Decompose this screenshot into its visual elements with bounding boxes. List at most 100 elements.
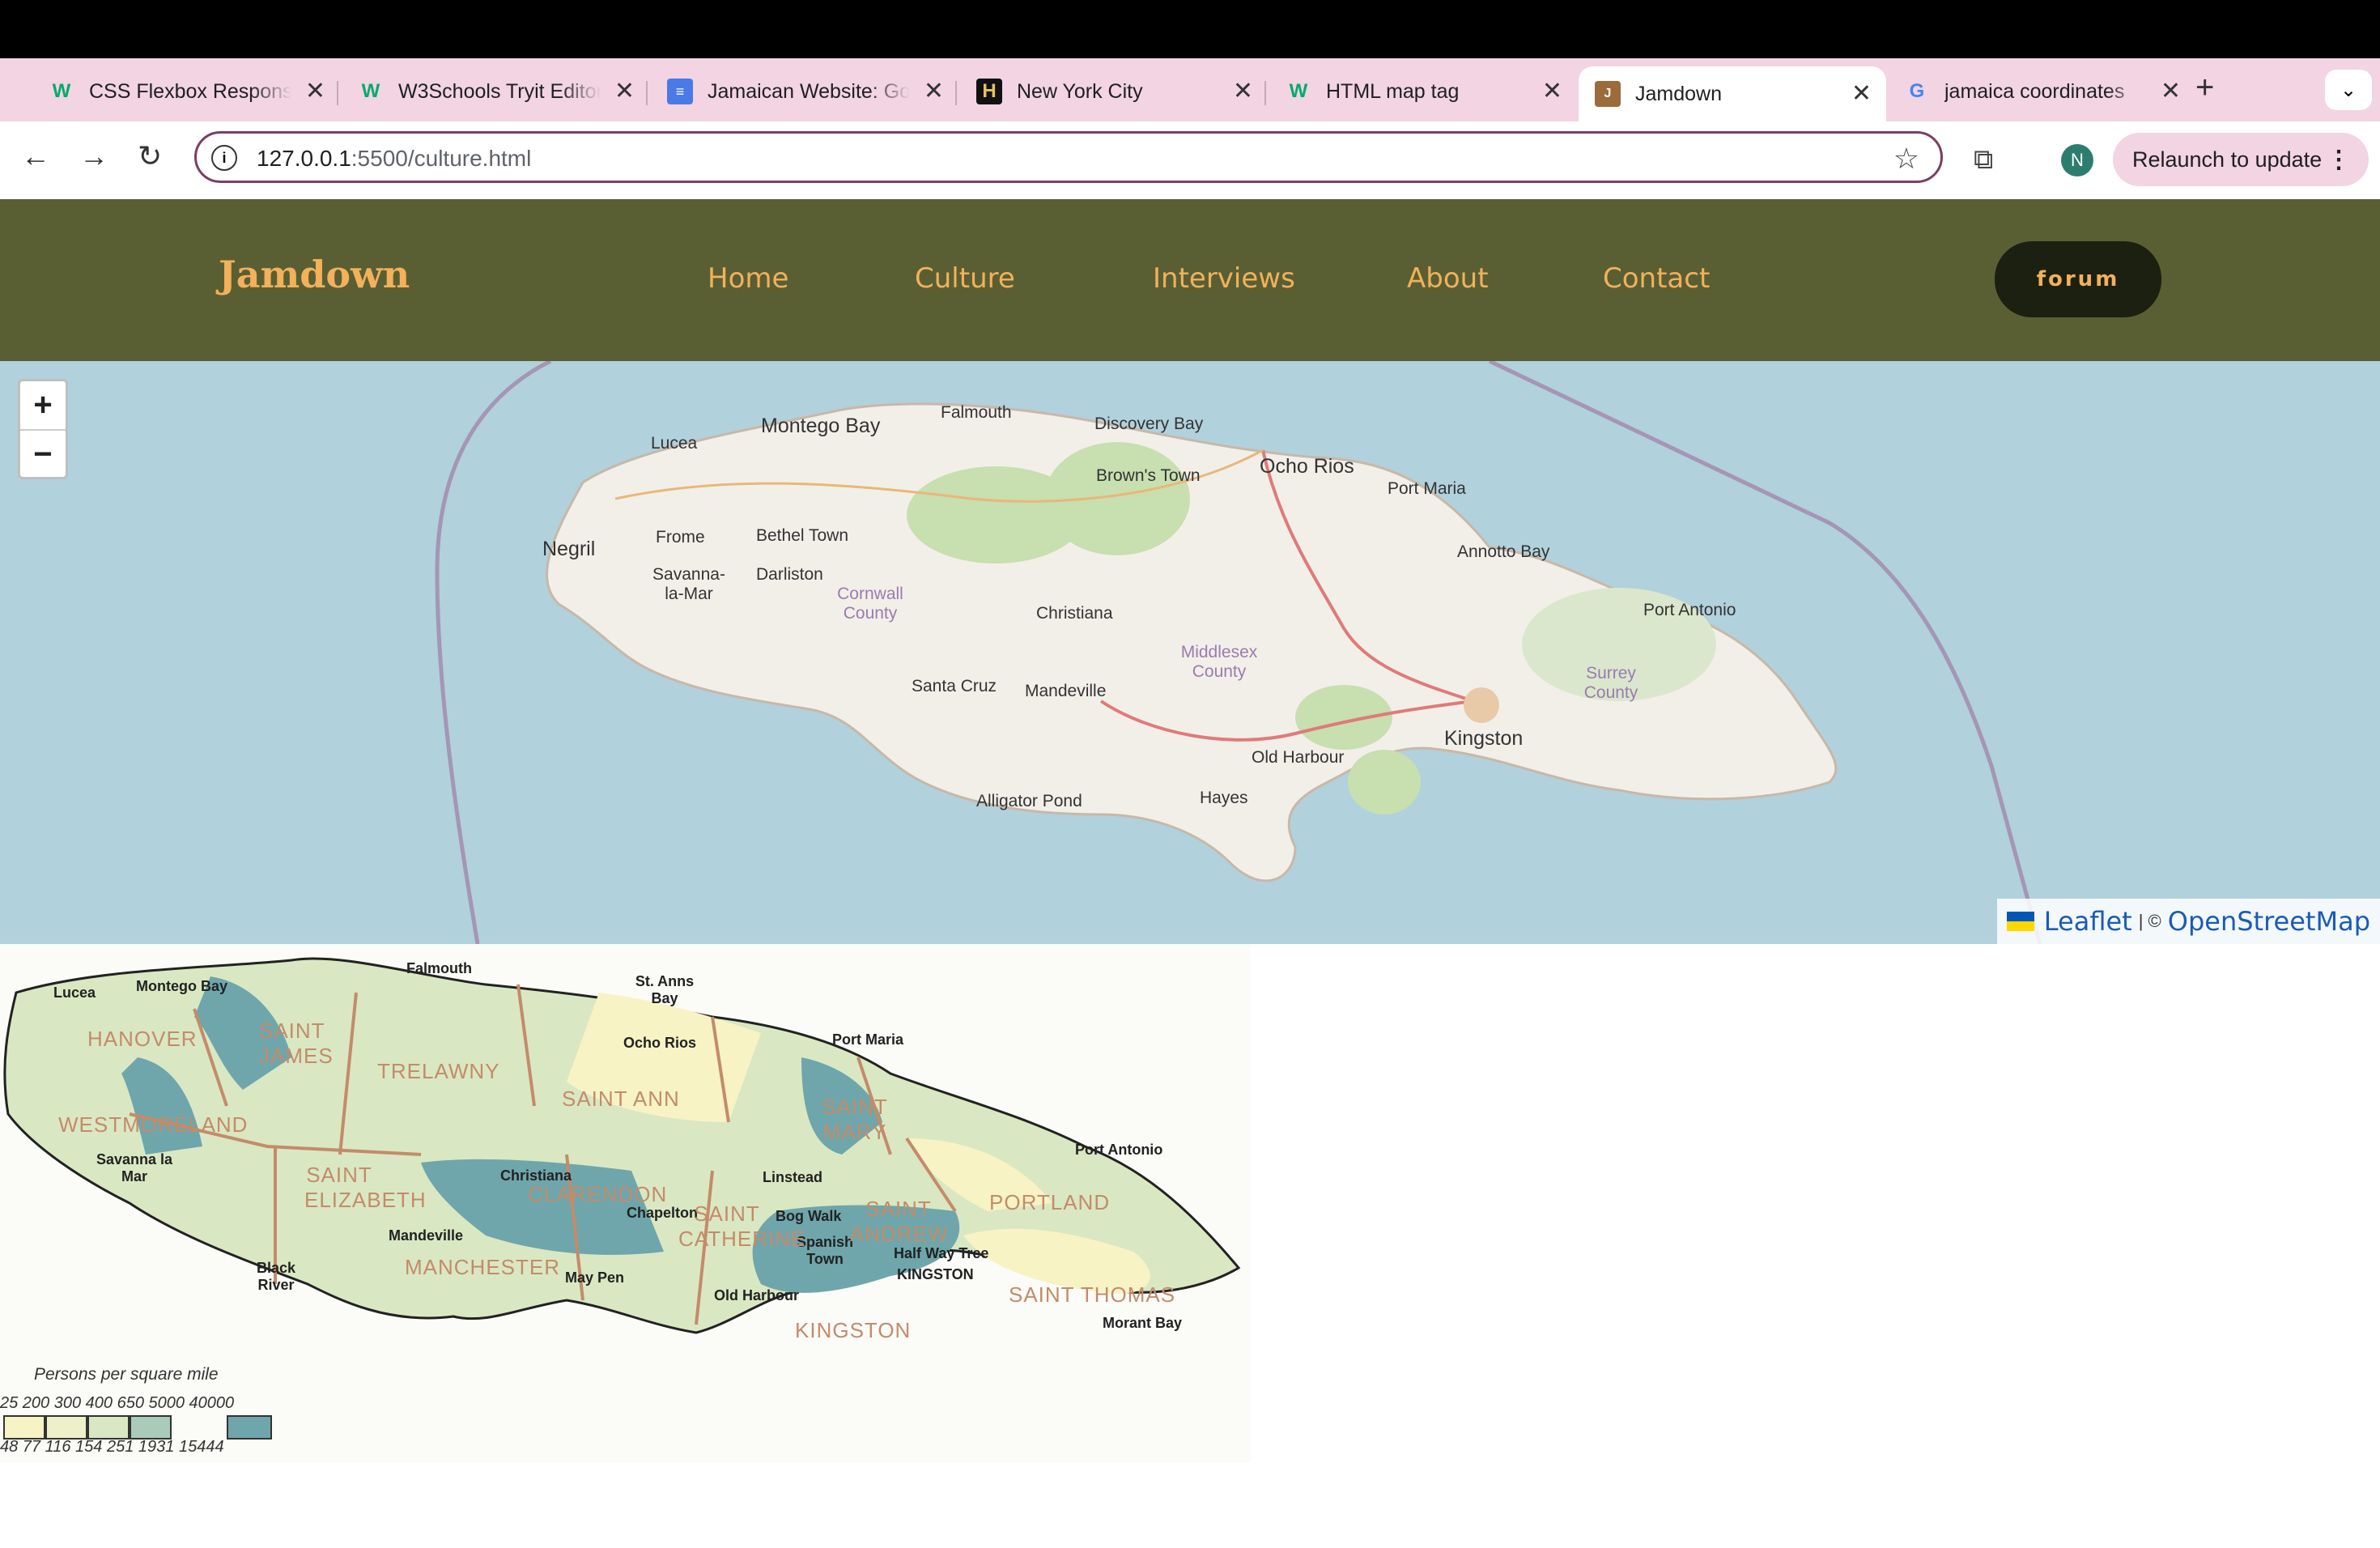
back-arrow-icon[interactable]: ← (21, 139, 50, 173)
map-label: Alligator Pond (976, 792, 1082, 810)
site-info-icon[interactable]: i (211, 145, 237, 171)
map-label: Darliston (756, 565, 823, 584)
map-town-label: Montego Bay (136, 978, 228, 994)
map-label: Frome (656, 528, 705, 546)
nav-culture[interactable]: Culture (915, 262, 1015, 295)
more-menu-icon[interactable]: ⋮ (2327, 146, 2351, 174)
parish-label: SAINT MARY (822, 1095, 888, 1144)
map-town-label: Old Harbour (714, 1287, 800, 1303)
map-label: Annotto Bay (1457, 542, 1550, 561)
close-icon[interactable]: ✕ (924, 79, 944, 104)
map-town-label: Port Maria (832, 1031, 904, 1048)
parish-label: PORTLAND (989, 1190, 1111, 1214)
nav-about[interactable]: About (1407, 262, 1489, 295)
tab-divider (1264, 81, 1266, 105)
map-label: Hayes (1200, 789, 1248, 807)
legend-swatch (3, 1415, 45, 1440)
tab-search-chevron-icon[interactable]: ⌄ (2325, 70, 2372, 110)
tab-jamdown-active[interactable]: J Jamdown ✕ (1579, 66, 1886, 121)
nav-home[interactable]: Home (708, 262, 788, 295)
legend-lower-values: 48 77 116 154 251 1931 15444 (0, 1438, 224, 1456)
parish-label: SAINT ANDREW (850, 1197, 949, 1246)
parish-label: CLARENDON (528, 1182, 668, 1206)
map-town-label: Port Antonio (1075, 1142, 1163, 1158)
tab-new-york-city[interactable]: H New York City ✕ (960, 66, 1268, 117)
map-label: Surrey County (1583, 664, 1638, 702)
site-icon: J (1595, 81, 1621, 107)
map-label: Brown's Town (1096, 466, 1201, 485)
parish-label: HANOVER (87, 1027, 198, 1051)
bookmark-star-icon[interactable]: ☆ (1893, 142, 1919, 176)
map-town-label: Half Way Tree (894, 1245, 989, 1261)
tab-jamaica-coordinates[interactable]: G jamaica coordinates ✕ (1888, 66, 2195, 117)
parish-label: TRELAWNY (377, 1059, 500, 1083)
parish-label: SAINT JAMES (259, 1019, 334, 1068)
zoom-out-button[interactable]: − (20, 431, 66, 478)
map-label: Port Maria (1388, 479, 1466, 498)
close-icon[interactable]: ✕ (1233, 79, 1253, 104)
close-icon[interactable]: ✕ (1542, 79, 1562, 104)
map-label: Discovery Bay (1094, 415, 1204, 433)
legend-swatch (227, 1415, 272, 1440)
close-icon[interactable]: ✕ (305, 79, 325, 104)
forum-button[interactable]: forum (1995, 241, 2161, 317)
forward-arrow-icon[interactable]: → (79, 139, 108, 173)
tab-divider (955, 81, 957, 105)
w3schools-icon: W (1289, 80, 1308, 102)
new-tab-icon[interactable]: + (2195, 70, 2214, 106)
map-label: Ocho Rios (1260, 455, 1354, 478)
tab-divider (337, 81, 338, 105)
google-icon: G (1909, 80, 1925, 102)
nav-contact[interactable]: Contact (1603, 262, 1710, 295)
map-label: Bethel Town (756, 526, 849, 545)
tab-jamaican-website-doc[interactable]: ≡ Jamaican Website: Google Docs ✕ (651, 66, 958, 117)
legend-title: Persons per square mile (34, 1365, 219, 1384)
relaunch-label: Relaunch to update (2132, 147, 2323, 172)
legend-swatch (87, 1415, 130, 1440)
map-town-label: St. Anns Bay (635, 973, 695, 1006)
openstreetmap-link[interactable]: OpenStreetMap (2168, 906, 2370, 937)
relaunch-button[interactable]: Relaunch to update ⋮ (2113, 133, 2369, 186)
parish-label: SAINT ELIZABETH (304, 1163, 427, 1212)
map-label: Falmouth (941, 403, 1012, 422)
map-town-label: Linstead (763, 1169, 823, 1185)
map-town-label: Savanna la Mar (96, 1151, 173, 1184)
legend-swatch (130, 1415, 172, 1440)
map-label: Port Antonio (1643, 601, 1736, 619)
boundary-line-west (435, 361, 552, 944)
close-icon[interactable]: ✕ (614, 79, 635, 104)
tab-strip: W CSS Flexbox Responsive ✕ W W3Schools T… (0, 58, 2380, 121)
parish-label: SAINT THOMAS (1009, 1282, 1176, 1307)
nav-interviews[interactable]: Interviews (1153, 262, 1295, 295)
map-label: Christiana (1036, 604, 1113, 623)
tab-divider (646, 81, 648, 105)
map-label: Savanna-la-Mar (652, 565, 725, 603)
leaflet-map[interactable]: Montego Bay Falmouth Discovery Bay Lucea… (0, 361, 2380, 944)
zoom-in-button[interactable]: + (20, 381, 66, 431)
tab-css-flexbox[interactable]: W CSS Flexbox Responsive ✕ (32, 66, 340, 117)
url-text: 127.0.0.1:5500/culture.html (257, 146, 531, 172)
reload-icon[interactable]: ↻ (138, 139, 162, 173)
profile-avatar[interactable]: N (2061, 144, 2093, 176)
parish-label: SAINT CATHERINE (678, 1201, 806, 1251)
map-town-label: May Pen (565, 1269, 625, 1286)
zoom-control: + − (18, 379, 68, 479)
w3schools-icon: W (52, 80, 71, 102)
map-label: Old Harbour (1252, 748, 1345, 767)
history-icon: H (976, 79, 1002, 104)
site-header: Jamdown Home Culture Interviews About Co… (0, 199, 2380, 361)
address-bar[interactable]: i 127.0.0.1:5500/culture.html ☆ (194, 131, 1943, 183)
map-attribution: Leaflet | © OpenStreetMap (1996, 899, 2380, 944)
parish-label: WESTMORELAND (58, 1112, 249, 1137)
map-town-label: Ocho Rios (623, 1035, 697, 1051)
tab-html-map-tag[interactable]: W HTML map tag ✕ (1269, 66, 1577, 117)
close-icon[interactable]: ✕ (2161, 79, 2181, 104)
close-icon[interactable]: ✕ (1851, 82, 1872, 106)
extensions-puzzle-icon[interactable]: ⧉ (1974, 144, 1993, 176)
w3schools-icon: W (361, 80, 380, 102)
map-label: Montego Bay (761, 415, 881, 437)
leaflet-link[interactable]: Leaflet (2044, 906, 2132, 937)
site-logo[interactable]: Jamdown (219, 253, 410, 296)
url-path: :5500/culture.html (351, 146, 532, 171)
tab-w3schools-tryit[interactable]: W W3Schools Tryit Editor ✕ (342, 66, 649, 117)
